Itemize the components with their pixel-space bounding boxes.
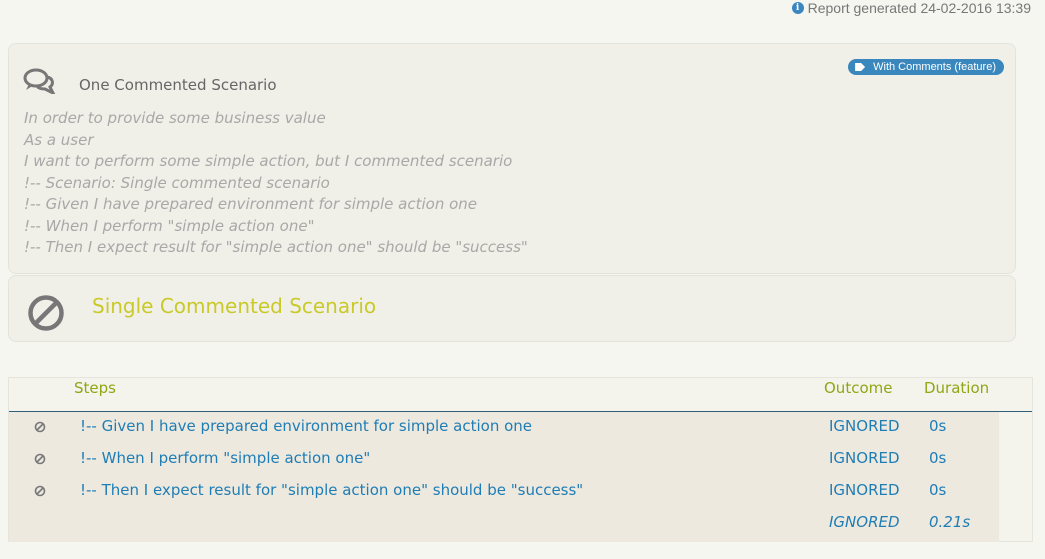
step-outcome: IGNORED	[829, 417, 900, 435]
step-outcome: IGNORED	[829, 449, 900, 467]
step-duration: 0s	[929, 417, 947, 435]
scenario-panel: Single Commented Scenario	[8, 275, 1016, 342]
description-line: !-- Then I expect result for "simple act…	[24, 238, 528, 256]
ban-icon	[34, 421, 46, 433]
table-header: Steps Outcome Duration	[9, 378, 1032, 412]
step-outcome: IGNORED	[829, 481, 900, 499]
tag-icon	[855, 63, 866, 71]
feature-panel: One Commented Scenario With Comments (fe…	[8, 43, 1016, 274]
description-line: !-- Scenario: Single commented scenario	[24, 173, 330, 192]
ban-icon	[34, 485, 46, 497]
table-row: !-- When I perform "simple action one" I…	[9, 444, 999, 476]
report-generated: i Report generated 24-02-2016 13:39	[791, 0, 1031, 16]
feature-tag-badge[interactable]: With Comments (feature)	[848, 59, 1004, 75]
description-line: As a user	[24, 130, 94, 149]
feature-description: In order to provide some business value …	[24, 108, 528, 259]
step-text: !-- Then I expect result for "simple act…	[80, 481, 584, 499]
ban-icon	[34, 453, 46, 465]
step-text: !-- Given I have prepared environment fo…	[80, 417, 533, 435]
description-line: !-- Given I have prepared environment fo…	[24, 195, 478, 213]
table-body: !-- Given I have prepared environment fo…	[9, 412, 999, 542]
description-line: I want to perform some simple action, bu…	[24, 152, 513, 170]
header-steps: Steps	[74, 379, 116, 397]
ban-icon	[28, 295, 64, 331]
description-line: In order to provide some business value	[24, 109, 326, 127]
step-duration: 0s	[929, 449, 947, 467]
total-outcome: IGNORED	[829, 513, 900, 531]
header-duration: Duration	[924, 379, 990, 397]
steps-table: Steps Outcome Duration !-- Given I have …	[8, 377, 1033, 542]
info-icon: i	[791, 2, 804, 14]
feature-tag-label: With Comments (feature)	[873, 61, 996, 73]
comments-icon	[23, 68, 56, 94]
step-duration: 0s	[929, 481, 947, 499]
table-row: !-- Given I have prepared environment fo…	[9, 412, 999, 444]
header-outcome: Outcome	[824, 379, 893, 397]
description-line: !-- When I perform "simple action one"	[24, 216, 315, 235]
table-row: !-- Then I expect result for "simple act…	[9, 476, 999, 508]
feature-title: One Commented Scenario	[79, 76, 277, 94]
table-total-row: IGNORED 0.21s	[9, 508, 999, 540]
scenario-title: Single Commented Scenario	[92, 294, 377, 318]
report-generated-text: Report generated 24-02-2016 13:39	[807, 0, 1031, 16]
step-text: !-- When I perform "simple action one"	[80, 449, 371, 467]
total-duration: 0.21s	[929, 513, 971, 531]
